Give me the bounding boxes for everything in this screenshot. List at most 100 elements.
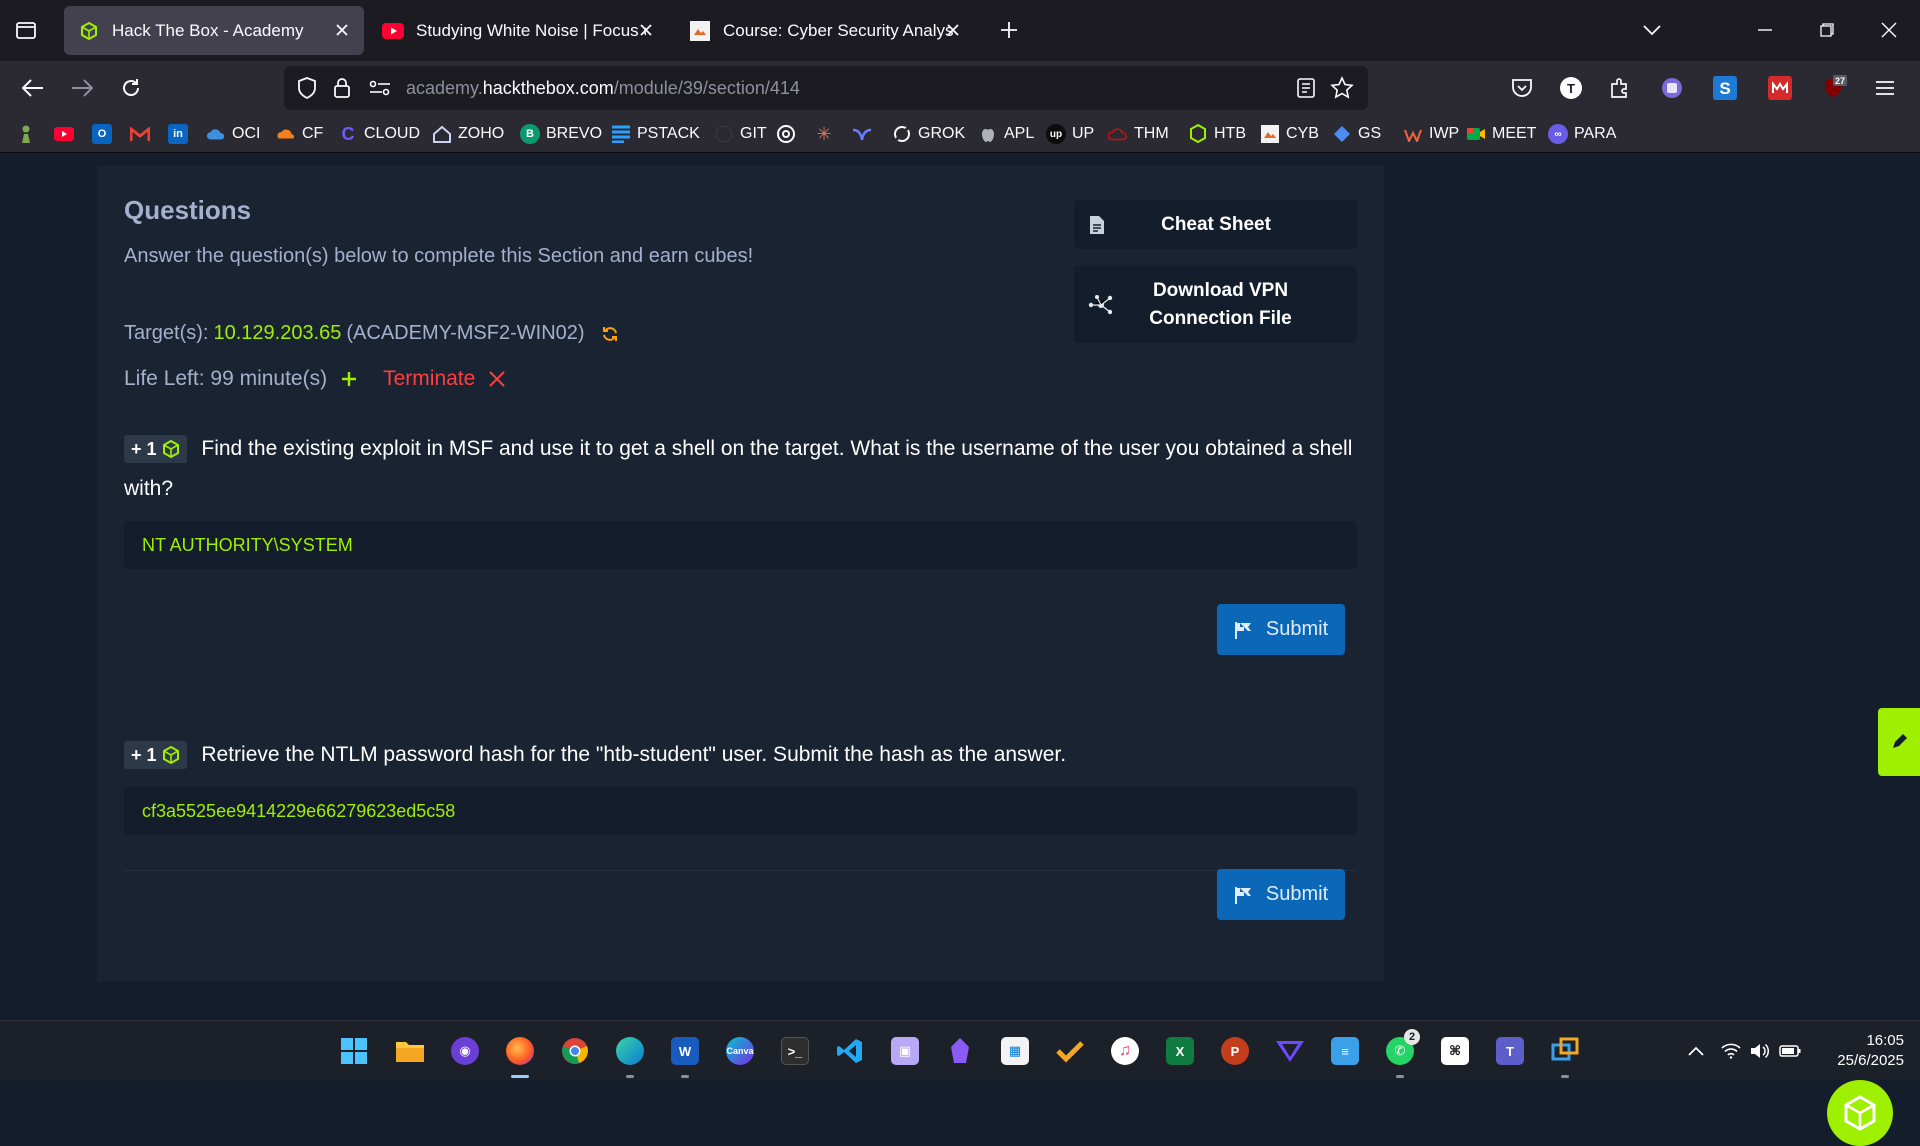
bookmark-apl[interactable]: APL bbox=[978, 121, 1034, 147]
extend-time-plus-icon[interactable] bbox=[341, 371, 357, 387]
taskbar-remote-desktop[interactable] bbox=[1545, 1031, 1585, 1078]
answer-input-1[interactable]: NT AUTHORITY\SYSTEM bbox=[124, 521, 1357, 569]
account-avatar-icon[interactable]: T bbox=[1554, 71, 1588, 105]
bookmark-star-icon[interactable] bbox=[1330, 76, 1354, 100]
taskbar-word[interactable]: W bbox=[665, 1031, 705, 1078]
active-indicator bbox=[511, 1075, 529, 1078]
list-all-tabs-button[interactable] bbox=[1632, 10, 1672, 50]
bookmark-up[interactable]: up UP bbox=[1046, 121, 1094, 147]
taskbar-excel[interactable]: X bbox=[1160, 1031, 1200, 1071]
bookmark-zoho[interactable]: ZOHO bbox=[432, 121, 504, 147]
bookmark-grok[interactable]: GROK bbox=[892, 121, 965, 147]
submit-button-2[interactable]: Submit bbox=[1217, 869, 1345, 920]
restore-button[interactable] bbox=[1807, 10, 1847, 50]
tab-hack-the-box-academy[interactable]: Hack The Box - Academy bbox=[64, 6, 364, 55]
bookmark-openai[interactable] bbox=[776, 121, 802, 147]
taskbar-notes[interactable]: ▣ bbox=[885, 1031, 925, 1071]
bookmark-brevo[interactable]: B BREVO bbox=[520, 121, 602, 147]
bookmark-iwp[interactable]: IWP bbox=[1403, 121, 1459, 147]
close-window-button[interactable] bbox=[1869, 10, 1909, 50]
reload-button[interactable] bbox=[111, 68, 151, 108]
tab-close-icon[interactable] bbox=[941, 18, 965, 42]
start-button[interactable] bbox=[334, 1031, 374, 1071]
taskbar-mask-app[interactable]: ◉ bbox=[445, 1031, 485, 1071]
apple-icon bbox=[978, 124, 998, 144]
side-edit-tab[interactable] bbox=[1878, 708, 1920, 776]
para-icon: ∞ bbox=[1548, 124, 1568, 144]
taskbar-chrome[interactable] bbox=[555, 1031, 595, 1071]
taskbar-clock[interactable]: 16:05 25/6/2025 bbox=[1824, 1031, 1904, 1071]
system-tray-status[interactable] bbox=[1716, 1031, 1806, 1071]
forward-button[interactable] bbox=[62, 68, 102, 108]
ublock-icon[interactable]: 27 bbox=[1817, 71, 1851, 105]
taskbar-file-explorer[interactable] bbox=[390, 1031, 430, 1071]
terminate-button[interactable]: Terminate bbox=[383, 367, 475, 391]
answer-input-2[interactable]: cf3a5525ee9414229e66279623ed5c58 bbox=[124, 787, 1357, 835]
taskbar-store[interactable]: ▦ bbox=[995, 1031, 1035, 1071]
bookmark-cf[interactable]: CF bbox=[276, 121, 323, 147]
taskbar-edge[interactable] bbox=[610, 1031, 650, 1078]
tab-studying-white-noise[interactable]: Studying White Noise | Focus on bbox=[368, 6, 668, 55]
url-text[interactable]: academy.hackthebox.com/module/39/section… bbox=[406, 78, 800, 99]
extensions-puzzle-icon[interactable] bbox=[1603, 71, 1637, 105]
extension-purple-icon[interactable] bbox=[1655, 71, 1689, 105]
taskbar-whatsapp[interactable]: ✆ 2 bbox=[1380, 1029, 1420, 1078]
show-hidden-icons-button[interactable] bbox=[1676, 1031, 1716, 1071]
taskbar-vscode[interactable] bbox=[830, 1031, 870, 1071]
htb-floating-button[interactable] bbox=[1827, 1080, 1893, 1146]
taskbar-itunes[interactable]: ♫ bbox=[1105, 1031, 1145, 1071]
bookmark-ai-tool[interactable] bbox=[852, 121, 878, 147]
download-vpn-button[interactable]: Download VPN Connection File bbox=[1074, 266, 1357, 343]
bookmark-gmail[interactable] bbox=[130, 121, 156, 147]
site-permissions-icon[interactable] bbox=[369, 79, 391, 97]
new-tab-button[interactable] bbox=[989, 10, 1029, 50]
bookmark-oci[interactable]: OCI bbox=[206, 121, 260, 147]
bookmark-gs[interactable]: GS bbox=[1332, 121, 1381, 147]
bookmark-linkedin[interactable]: in bbox=[168, 121, 194, 147]
submit-label: Submit bbox=[1265, 618, 1329, 640]
bookmark-cyb[interactable]: CYB bbox=[1260, 121, 1319, 147]
bookmark-cloud[interactable]: C CLOUD bbox=[338, 121, 421, 147]
taskbar-notepad[interactable]: ≡ bbox=[1325, 1031, 1365, 1071]
refresh-target-icon[interactable] bbox=[601, 325, 619, 343]
lock-icon[interactable] bbox=[333, 77, 351, 99]
taskbar-powerpoint[interactable]: P bbox=[1215, 1031, 1255, 1071]
bookmark-pstack[interactable]: PSTACK bbox=[611, 121, 700, 147]
taskbar-firefox[interactable] bbox=[500, 1031, 540, 1078]
pocket-icon[interactable] bbox=[1505, 71, 1539, 105]
running-indicator bbox=[626, 1075, 634, 1078]
taskbar-teams[interactable]: T bbox=[1490, 1031, 1530, 1071]
bookmark-git[interactable]: GIT bbox=[714, 121, 767, 147]
cheat-sheet-button[interactable]: Cheat Sheet bbox=[1074, 200, 1357, 249]
app-menu-button[interactable] bbox=[1868, 71, 1902, 105]
tab-close-icon[interactable] bbox=[634, 18, 658, 42]
bookmark-htb[interactable]: HTB bbox=[1188, 121, 1246, 147]
music-note-icon: ♫ bbox=[1111, 1037, 1139, 1065]
reader-view-icon[interactable] bbox=[1296, 77, 1316, 99]
bookmark-youtube[interactable] bbox=[54, 121, 80, 147]
taskbar-vpn[interactable] bbox=[1270, 1031, 1310, 1071]
bookmark-para[interactable]: ∞ PARA bbox=[1548, 121, 1616, 147]
taskbar-terminal[interactable]: >_ bbox=[775, 1031, 815, 1071]
bookmark-outlook[interactable]: O bbox=[92, 121, 118, 147]
tracking-protection-icon[interactable] bbox=[296, 76, 318, 100]
firefox-view-button[interactable] bbox=[6, 10, 46, 50]
taskbar-canva[interactable]: Canva bbox=[720, 1031, 760, 1071]
terminate-x-icon[interactable] bbox=[489, 371, 506, 387]
clock-time: 16:05 bbox=[1866, 1032, 1904, 1049]
taskbar-capcut[interactable]: ⌘ bbox=[1435, 1031, 1475, 1071]
taskbar-obsidian[interactable] bbox=[940, 1031, 980, 1071]
minimize-button[interactable] bbox=[1745, 10, 1785, 50]
back-button[interactable] bbox=[13, 68, 53, 108]
bookmark-meet[interactable]: MEET bbox=[1466, 121, 1536, 147]
extension-red-icon[interactable] bbox=[1763, 71, 1797, 105]
extension-s-icon[interactable]: S bbox=[1708, 71, 1742, 105]
url-bar[interactable]: academy.hackthebox.com/module/39/section… bbox=[284, 66, 1368, 110]
bookmark-claude[interactable]: ✳ bbox=[814, 121, 840, 147]
submit-button-1[interactable]: Submit bbox=[1217, 604, 1345, 655]
bookmark-thm[interactable]: THM bbox=[1108, 121, 1169, 147]
tab-cyber-security-course[interactable]: Course: Cyber Security Analyst - bbox=[675, 6, 975, 55]
taskbar-todo[interactable] bbox=[1050, 1031, 1090, 1071]
bookmark-chess[interactable] bbox=[16, 121, 42, 147]
tab-close-icon[interactable] bbox=[330, 18, 354, 42]
